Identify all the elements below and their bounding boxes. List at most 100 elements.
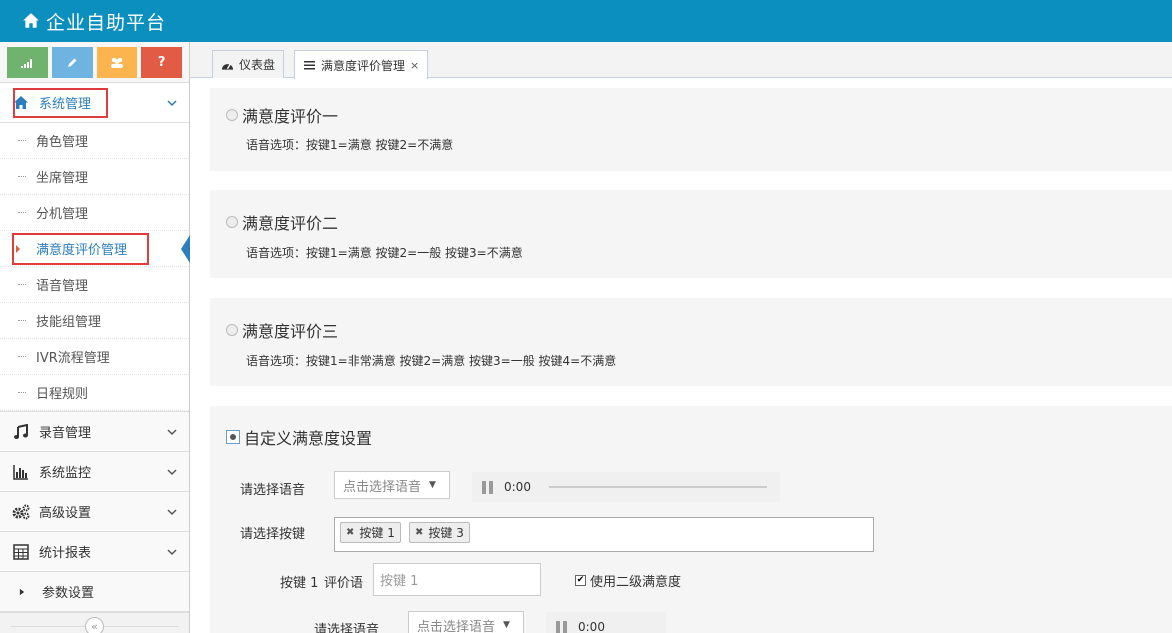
highlight-box [13, 88, 108, 118]
shortcut-help-button[interactable]: ? [141, 47, 182, 78]
sidebar-item-label: 分机管理 [36, 207, 89, 222]
close-icon[interactable]: × [410, 59, 419, 72]
menu-monitoring-label: 系统监控 [39, 466, 92, 481]
select-voice-dropdown-2[interactable]: 点击选择语音 ▼ [408, 611, 524, 633]
sidebar-item-label: 坐席管理 [36, 171, 89, 186]
chevron-down-icon [167, 428, 177, 435]
dropdown-arrow-icon: ▼ [503, 620, 510, 630]
menu-monitoring[interactable]: 系统监控 [0, 452, 189, 492]
option-card-2: 满意度评价二 语音选项：按键1=满意 按键2=一般 按键3=不满意 [210, 190, 1172, 278]
chevron-down-icon [167, 468, 177, 475]
menu-advanced[interactable]: 高级设置 [0, 492, 189, 532]
selected-dot [230, 434, 236, 440]
system-submenu: 角色管理 坐席管理 分机管理 满意度评价管理 语音管理 技能组管理 IVR流程管… [0, 123, 190, 412]
chevron-down-icon [167, 99, 177, 106]
remove-tag-icon[interactable]: ✖ [346, 527, 354, 538]
option-1-voice-text: 语音选项：按键1=满意 按键2=不满意 [246, 138, 454, 152]
tab-bar: 仪表盘 满意度评价管理 × [190, 42, 1172, 79]
option-2-voice-text: 语音选项：按键1=满意 按键2=一般 按键3=不满意 [246, 246, 523, 260]
menu-parameters-label: 参数设置 [42, 586, 95, 601]
menu-recording[interactable]: 录音管理 [0, 412, 189, 452]
app-title: 企业自助平台 [46, 11, 167, 34]
highlight-box [12, 233, 149, 265]
shortcut-users-button[interactable] [96, 47, 138, 78]
key1-eval-input[interactable]: 按键 1 [373, 563, 541, 596]
dropdown-arrow-icon: ▼ [429, 480, 436, 490]
tab-dashboard-label: 仪表盘 [239, 58, 276, 72]
top-bar: 企业自助平台 [0, 0, 1172, 42]
sidebar-item-label: 技能组管理 [36, 315, 102, 330]
option-2-radio[interactable] [226, 216, 238, 228]
second-level-checkbox[interactable]: ✔ [575, 575, 586, 586]
signal-icon [21, 58, 33, 68]
menu-recording-label: 录音管理 [39, 426, 92, 441]
sidebar-item-voice[interactable]: 语音管理 [0, 267, 189, 303]
option-3-radio-row[interactable]: 满意度评价三 [226, 318, 338, 342]
option-1-radio-row[interactable]: 满意度评价一 [226, 103, 338, 127]
tab-dashboard[interactable]: 仪表盘 [212, 50, 285, 78]
menu-system-management[interactable]: 系统管理 [0, 83, 189, 123]
custom-radio-row[interactable]: 自定义满意度设置 [226, 425, 372, 449]
dashboard-icon [221, 63, 234, 70]
key-tag[interactable]: ✖ 按键 1 [340, 522, 401, 543]
eval-label: 评价语 [324, 576, 364, 591]
sidebar-item-satisfaction[interactable]: 满意度评价管理 [0, 231, 190, 267]
sidebar-item-schedule[interactable]: 日程规则 [0, 375, 189, 411]
option-2-title: 满意度评价二 [242, 214, 339, 233]
player-time: 0:00 [504, 480, 531, 494]
keys-tag-input[interactable]: ✖ 按键 1 ✖ 按键 3 [334, 517, 874, 552]
pencil-icon [68, 58, 77, 67]
audio-player: 0:00 [472, 472, 780, 502]
question-icon: ? [157, 55, 166, 70]
sidebar-item-ivr[interactable]: IVR流程管理 [0, 339, 189, 375]
chevron-down-icon [167, 548, 177, 555]
sidebar-item-label: 角色管理 [36, 135, 89, 150]
pause-icon[interactable] [556, 620, 568, 633]
shortcut-pencil-button[interactable] [51, 47, 93, 78]
shortcut-signal-button[interactable] [7, 47, 48, 78]
home-icon [23, 13, 39, 28]
cogs-icon [12, 504, 30, 519]
bar-chart-icon [13, 464, 28, 480]
custom-radio[interactable] [226, 430, 240, 444]
menu-reports[interactable]: 统计报表 [0, 532, 189, 572]
menu-parameters[interactable]: 参数设置 [0, 572, 189, 612]
sidebar-item-skill-group[interactable]: 技能组管理 [0, 303, 189, 339]
select-keys-label: 请选择按键 [240, 527, 306, 542]
select-voice-placeholder-2: 点击选择语音 [417, 619, 496, 633]
second-level-label: 使用二级满意度 [590, 575, 682, 590]
tab-satisfaction[interactable]: 满意度评价管理 × [294, 50, 429, 79]
sidebar-item-label: 日程规则 [36, 387, 89, 402]
sidebar-item-extension[interactable]: 分机管理 [0, 195, 189, 231]
option-1-radio[interactable] [226, 109, 238, 121]
custom-title: 自定义满意度设置 [244, 429, 373, 448]
second-level-checkbox-row[interactable]: ✔ 使用二级满意度 [575, 571, 681, 590]
key1-label: 按键 1 [280, 576, 319, 591]
shortcut-bar: ? [0, 42, 189, 83]
select-voice-label-2: 请选择语音 [314, 623, 380, 633]
chevron-down-icon [167, 508, 177, 515]
option-2-radio-row[interactable]: 满意度评价二 [226, 210, 338, 234]
option-3-radio[interactable] [226, 324, 238, 336]
sidebar-item-label: 语音管理 [36, 279, 89, 294]
select-voice-placeholder: 点击选择语音 [343, 479, 422, 495]
sidebar-item-role[interactable]: 角色管理 [0, 123, 189, 159]
audio-progress-track[interactable] [548, 486, 767, 488]
sidebar-item-agent[interactable]: 坐席管理 [0, 159, 189, 195]
tab-satisfaction-label: 满意度评价管理 [321, 58, 406, 73]
option-card-3: 满意度评价三 语音选项：按键1=非常满意 按键2=满意 按键3=一般 按键4=不… [210, 298, 1172, 386]
caret-right-icon [19, 588, 25, 595]
key1-eval-placeholder: 按键 1 [380, 574, 419, 589]
key-tag-label: 按键 1 [359, 526, 395, 540]
key-tag[interactable]: ✖ 按键 3 [409, 522, 470, 543]
list-icon [304, 61, 315, 70]
option-3-voice-text: 语音选项：按键1=非常满意 按键2=满意 按键3=一般 按键4=不满意 [246, 354, 617, 368]
remove-tag-icon[interactable]: ✖ [415, 527, 423, 538]
sidebar-collapse-row: « [0, 612, 189, 633]
pause-icon[interactable] [482, 480, 494, 494]
key-tag-label: 按键 3 [428, 526, 464, 540]
select-voice-dropdown[interactable]: 点击选择语音 ▼ [334, 471, 450, 499]
calculator-icon [13, 543, 29, 560]
sidebar-collapse-button[interactable]: « [85, 617, 104, 633]
audio-player-2: 0:00 [546, 612, 666, 633]
